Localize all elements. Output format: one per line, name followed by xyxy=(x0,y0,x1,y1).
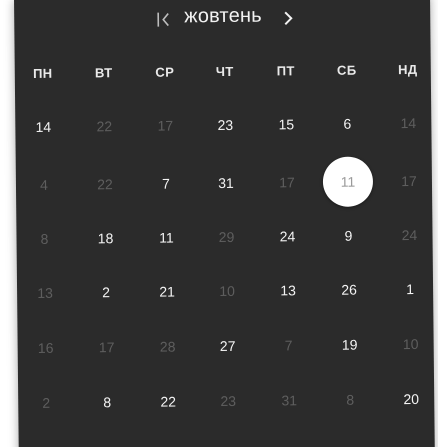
day-cell[interactable]: 9 xyxy=(326,222,370,248)
day-cell-outside-month[interactable]: 29 xyxy=(204,224,248,250)
day-cell-outside-month[interactable]: 10 xyxy=(205,278,249,304)
next-month-button[interactable] xyxy=(280,7,296,29)
day-cell-outside-month[interactable]: 14 xyxy=(386,110,430,136)
chevron-left-bar-icon xyxy=(157,12,169,27)
day-cell[interactable]: 1 xyxy=(388,276,432,302)
day-cell[interactable]: 21 xyxy=(145,278,189,304)
day-cell-outside-month[interactable]: 13 xyxy=(23,280,67,306)
day-cell[interactable]: 7 xyxy=(144,170,188,196)
day-cell[interactable]: 15 xyxy=(264,111,308,137)
day-cell[interactable]: 14 xyxy=(21,114,65,140)
day-cell[interactable]: 27 xyxy=(206,333,250,359)
day-cell[interactable]: 19 xyxy=(328,331,372,357)
day-cell-outside-month[interactable]: 31 xyxy=(267,387,311,413)
day-cell[interactable]: 31 xyxy=(204,170,248,196)
day-cell-outside-month[interactable]: 22 xyxy=(83,171,127,197)
day-cell-selected[interactable]: 11 xyxy=(326,168,370,194)
day-cell-outside-month[interactable]: 8 xyxy=(328,386,372,412)
day-cell-outside-month[interactable]: 28 xyxy=(146,333,190,359)
day-cell-outside-month[interactable]: 22 xyxy=(82,113,126,139)
day-cell[interactable]: 11 xyxy=(144,224,188,250)
chevron-right-icon xyxy=(284,11,293,26)
day-cell[interactable]: 23 xyxy=(203,112,247,138)
weekday-label: ВТ xyxy=(94,65,113,81)
calendar-header: жовтень xyxy=(14,2,430,40)
day-cell-outside-month[interactable]: 17 xyxy=(143,112,187,138)
day-cell-outside-month[interactable]: 17 xyxy=(265,169,309,195)
day-cell-outside-month[interactable]: 16 xyxy=(24,335,68,361)
day-cell-outside-month[interactable]: 2 xyxy=(24,390,68,416)
day-cell[interactable]: 20 xyxy=(389,386,433,412)
day-cell[interactable]: 18 xyxy=(83,225,127,251)
day-cell-outside-month[interactable]: 7 xyxy=(267,332,311,358)
day-cell[interactable]: 22 xyxy=(146,388,190,414)
day-cell[interactable]: 13 xyxy=(266,277,310,303)
prev-month-button[interactable] xyxy=(155,9,173,31)
day-cell[interactable]: 24 xyxy=(265,223,309,249)
weekday-label: СР xyxy=(155,64,175,80)
weekday-label: ПТ xyxy=(276,63,295,79)
calendar-screen: жовтень ПН ВТ СР ЧТ ПТ СБ НД 14 22 17 23 15 6 14 4 22 7… xyxy=(0,0,438,447)
weekday-label: НД xyxy=(397,61,418,78)
day-cell-outside-month[interactable]: 8 xyxy=(22,226,66,252)
day-cell-outside-month[interactable]: 4 xyxy=(22,172,66,198)
day-cell-outside-month[interactable]: 10 xyxy=(389,331,433,357)
day-cell[interactable]: 8 xyxy=(85,389,129,415)
day-cell-outside-month[interactable]: 24 xyxy=(387,222,431,248)
day-cell[interactable]: 6 xyxy=(325,110,369,136)
weekday-label: СБ xyxy=(336,62,357,78)
day-cell-outside-month[interactable]: 23 xyxy=(206,388,250,414)
day-cell-outside-month[interactable]: 17 xyxy=(387,168,431,194)
month-title: жовтень xyxy=(184,4,262,28)
calendar-panel: жовтень ПН ВТ СР ЧТ ПТ СБ НД 14 22 17 23 15 6 14 4 22 7… xyxy=(14,0,435,447)
day-cell[interactable]: 2 xyxy=(84,279,128,305)
day-cell-outside-month[interactable]: 17 xyxy=(85,334,129,360)
day-cell[interactable]: 26 xyxy=(327,276,371,302)
weekday-label: ПН xyxy=(32,65,53,81)
weekday-label: ЧТ xyxy=(215,63,234,80)
